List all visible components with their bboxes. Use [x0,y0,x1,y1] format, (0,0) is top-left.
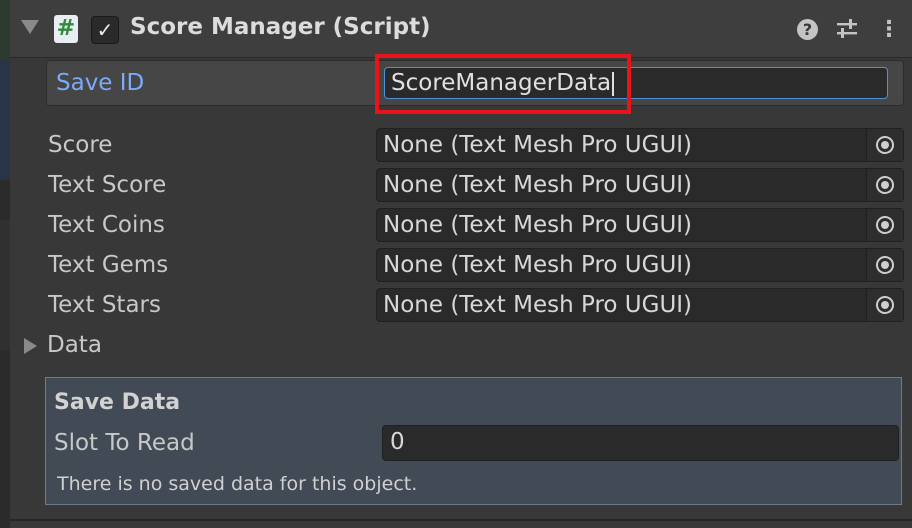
field-label: Text Score [48,172,167,198]
inspector-panel: # ✓ Score Manager (Script) ? ⋮ Save ID S… [10,0,912,528]
divider [10,519,912,521]
data-foldout-label: Data [47,332,102,358]
field-row-text-stars: Text Stars None (Text Mesh Pro UGUI) [10,288,912,324]
object-picker-button[interactable] [866,289,903,321]
object-picker-dot [881,221,889,229]
object-picker-dot [881,301,889,309]
save-data-title: Save Data [54,390,181,415]
component-header[interactable]: # ✓ Score Manager (Script) ? ⋮ [10,0,912,58]
field-row-score: Score None (Text Mesh Pro UGUI) [10,128,912,164]
object-field-value: None (Text Mesh Pro UGUI) [383,292,693,318]
field-label: Text Coins [48,212,165,238]
object-field[interactable]: None (Text Mesh Pro UGUI) [376,248,904,282]
field-label: Text Gems [48,252,169,278]
object-field-value: None (Text Mesh Pro UGUI) [383,212,693,238]
component-title: Score Manager (Script) [130,14,431,40]
no-data-message: There is no saved data for this object. [57,473,418,495]
slot-to-read-input[interactable]: 0 [382,425,899,461]
field-row-text-score: Text Score None (Text Mesh Pro UGUI) [10,168,912,204]
data-foldout[interactable]: Data [10,328,210,364]
foldout-arrow-icon[interactable] [21,20,39,34]
field-row-text-gems: Text Gems None (Text Mesh Pro UGUI) [10,248,912,284]
scene-edge-strip [0,0,10,528]
object-picker-dot [881,141,889,149]
object-field[interactable]: None (Text Mesh Pro UGUI) [376,128,904,162]
save-data-panel: Save Data Slot To Read 0 There is no sav… [45,377,902,505]
context-menu-icon[interactable]: ⋮ [878,16,900,44]
presets-sliders-icon[interactable] [836,18,858,40]
script-icon: # [54,15,78,43]
object-field[interactable]: None (Text Mesh Pro UGUI) [376,208,904,242]
save-id-label: Save ID [56,70,145,96]
object-field-value: None (Text Mesh Pro UGUI) [383,252,693,278]
object-field[interactable]: None (Text Mesh Pro UGUI) [376,288,904,322]
object-picker-button[interactable] [866,209,903,241]
object-picker-button[interactable] [866,249,903,281]
slot-to-read-label: Slot To Read [54,430,195,456]
enabled-checkbox[interactable]: ✓ [91,16,119,44]
help-icon[interactable]: ? [797,19,818,40]
object-picker-dot [881,261,889,269]
object-picker-button[interactable] [866,169,903,201]
foldout-collapsed-icon [24,338,37,354]
object-picker-dot [881,181,889,189]
highlight-annotation [375,54,631,114]
field-row-text-coins: Text Coins None (Text Mesh Pro UGUI) [10,208,912,244]
object-picker-button[interactable] [866,129,903,161]
object-field[interactable]: None (Text Mesh Pro UGUI) [376,168,904,202]
object-field-value: None (Text Mesh Pro UGUI) [383,172,693,198]
field-label: Text Stars [48,292,161,318]
object-field-value: None (Text Mesh Pro UGUI) [383,132,693,158]
field-label: Score [48,132,113,158]
